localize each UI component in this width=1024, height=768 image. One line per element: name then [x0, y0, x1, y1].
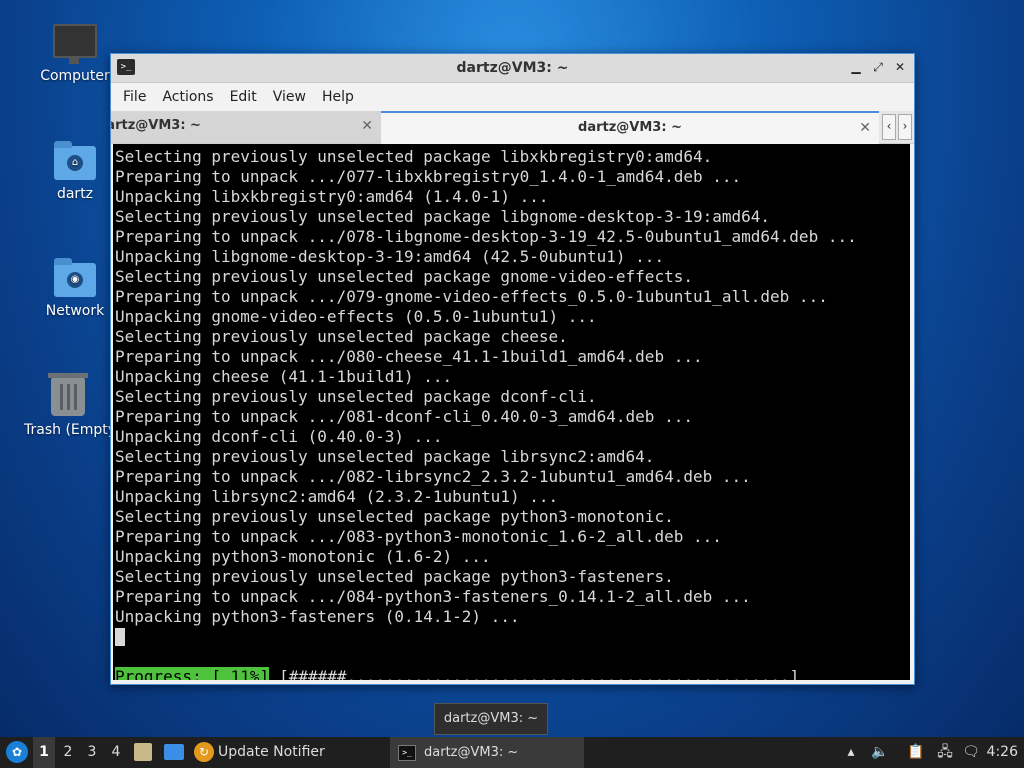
- desktop-icon-trash[interactable]: Trash (Empty): [24, 373, 112, 438]
- tab-close-icon[interactable]: ✕: [859, 113, 871, 143]
- network-icon[interactable]: 🖧: [934, 737, 956, 768]
- window-title: dartz@VM3: ~: [456, 60, 569, 76]
- tab-close-icon[interactable]: ✕: [361, 111, 373, 141]
- tab-scroll-left-icon[interactable]: ‹: [882, 114, 896, 140]
- terminal-line: Unpacking python3-fasteners (0.14.1-2) .…: [115, 607, 520, 626]
- terminal-line: Selecting previously unselected package …: [115, 207, 771, 226]
- menu-actions[interactable]: Actions: [154, 85, 221, 109]
- workspace-3[interactable]: 3: [81, 737, 103, 768]
- terminal-line: Selecting previously unselected package …: [115, 567, 674, 586]
- workspace-4[interactable]: 4: [105, 737, 127, 768]
- terminal-line: Preparing to unpack .../084-python3-fast…: [115, 587, 751, 606]
- terminal-line: Preparing to unpack .../082-librsync2_2.…: [115, 467, 751, 486]
- terminal-line: Unpacking dconf-cli (0.40.0-3) ...: [115, 427, 443, 446]
- tab-label: dartz@VM3: ~: [111, 118, 201, 133]
- home-folder-icon: ⌂: [54, 141, 96, 180]
- terminal-task-icon: >_: [398, 744, 416, 761]
- terminal-line: Selecting previously unselected package …: [115, 147, 713, 166]
- desktop-icon-label: Computer: [40, 68, 110, 84]
- task-label: dartz@VM3: ~: [424, 745, 519, 760]
- tab-terminal-1[interactable]: dartz@VM3: ~ ✕: [111, 111, 381, 143]
- terminal-line: Unpacking python3-monotonic (1.6-2) ...: [115, 547, 491, 566]
- task-tooltip: dartz@VM3: ~: [434, 703, 548, 735]
- desktop-icon-label: Network: [45, 303, 105, 319]
- menu-bar: File Actions Edit View Help: [111, 83, 914, 111]
- clipboard-icon[interactable]: 📋: [906, 737, 926, 768]
- terminal-line: Unpacking gnome-video-effects (0.5.0-1ub…: [115, 307, 597, 326]
- workspace-2[interactable]: 2: [57, 737, 79, 768]
- desktop-icon-network[interactable]: ◉ Network: [27, 258, 123, 319]
- close-icon[interactable]: ✕: [892, 59, 908, 75]
- tab-bar: dartz@VM3: ~ ✕ dartz@VM3: ~ ✕ ‹ ›: [111, 111, 914, 145]
- update-notifier-label[interactable]: Update Notifier: [218, 737, 325, 768]
- terminal-line: Preparing to unpack .../078-libgnome-des…: [115, 227, 857, 246]
- tab-terminal-2[interactable]: dartz@VM3: ~ ✕: [381, 111, 879, 145]
- terminal-line: Unpacking libgnome-desktop-3-19:amd64 (4…: [115, 247, 665, 266]
- minimize-icon[interactable]: ▁: [848, 59, 864, 75]
- tray-arrow-icon[interactable]: ▴: [843, 737, 859, 768]
- computer-icon: [53, 24, 97, 64]
- terminal-line: Selecting previously unselected package …: [115, 447, 655, 466]
- tab-label: dartz@VM3: ~: [578, 120, 682, 135]
- terminal-window: >_ dartz@VM3: ~ ▁ ⤢ ✕ File Actions Edit …: [110, 53, 915, 685]
- clock: 4:26: [986, 744, 1018, 760]
- network-folder-icon: ◉: [54, 258, 96, 297]
- taskbar: ✿ 1 2 3 4 ↻ Update Notifier >_ dartz@VM3:…: [0, 737, 1024, 768]
- desktop-launcher-icon[interactable]: [164, 744, 184, 760]
- terminal-line: Preparing to unpack .../081-dconf-cli_0.…: [115, 407, 693, 426]
- terminal-line: Unpacking cheese (41.1-1build1) ...: [115, 367, 453, 386]
- desktop-icon-home[interactable]: ⌂ dartz: [27, 141, 123, 202]
- desktop-icon-computer[interactable]: Computer: [27, 24, 123, 84]
- title-bar[interactable]: >_ dartz@VM3: ~ ▁ ⤢ ✕: [111, 54, 914, 83]
- trash-icon: [48, 373, 88, 416]
- terminal-line: Preparing to unpack .../083-python3-mono…: [115, 527, 722, 546]
- menu-edit[interactable]: Edit: [222, 85, 265, 109]
- desktop-icon-label: dartz: [56, 186, 94, 202]
- start-menu-icon[interactable]: ✿: [6, 741, 28, 763]
- notification-icon[interactable]: 🗨: [960, 737, 982, 768]
- terminal-output[interactable]: Selecting previously unselected package …: [113, 144, 910, 680]
- terminal-line: Unpacking librsync2:amd64 (2.3.2-1ubuntu…: [115, 487, 559, 506]
- volume-icon[interactable]: 🔈: [870, 737, 890, 768]
- terminal-line: Unpacking libxkbregistry0:amd64 (1.4.0-1…: [115, 187, 549, 206]
- terminal-line: Preparing to unpack .../077-libxkbregist…: [115, 167, 742, 186]
- terminal-line: Selecting previously unselected package …: [115, 267, 693, 286]
- update-notifier-icon[interactable]: ↻: [194, 742, 214, 762]
- terminal-line: Selecting previously unselected package …: [115, 327, 568, 346]
- desktop-icon-label: Trash (Empty): [24, 422, 112, 438]
- workspace-1[interactable]: 1: [33, 737, 55, 768]
- file-manager-launcher-icon[interactable]: [134, 743, 152, 761]
- menu-help[interactable]: Help: [314, 85, 362, 109]
- terminal-cursor: [115, 628, 125, 646]
- progress-row: Progress: [ 11%] [######.................…: [115, 667, 910, 680]
- terminal-line: Selecting previously unselected package …: [115, 387, 597, 406]
- progress-label: Progress: [ 11%]: [115, 667, 270, 680]
- menu-file[interactable]: File: [115, 85, 154, 109]
- menu-view[interactable]: View: [265, 85, 314, 109]
- progress-bar: [######.................................…: [279, 667, 800, 680]
- task-terminal[interactable]: >_ dartz@VM3: ~: [390, 737, 584, 768]
- terminal-line: Preparing to unpack .../080-cheese_41.1-…: [115, 347, 703, 366]
- maximize-icon[interactable]: ⤢: [870, 59, 886, 75]
- terminal-line: Selecting previously unselected package …: [115, 507, 674, 526]
- tab-scroll-right-icon[interactable]: ›: [898, 114, 912, 140]
- terminal-line: Preparing to unpack .../079-gnome-video-…: [115, 287, 828, 306]
